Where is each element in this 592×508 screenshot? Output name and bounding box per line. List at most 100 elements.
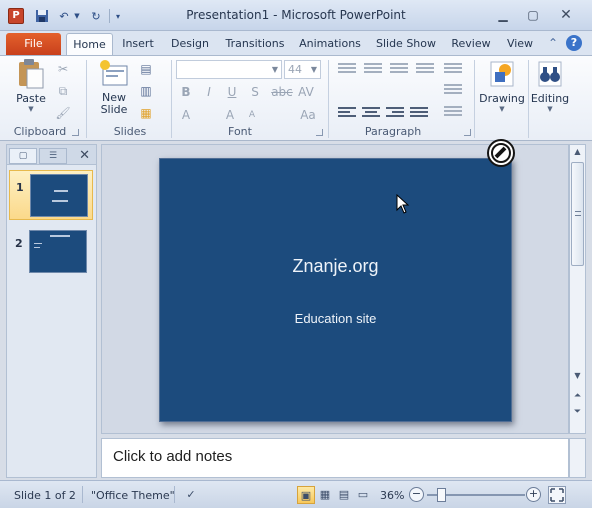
cut-icon[interactable]: ✂: [55, 61, 71, 77]
copy-icon[interactable]: ⧉: [55, 83, 71, 99]
numbering-icon[interactable]: [364, 63, 382, 77]
justify-icon[interactable]: [410, 107, 428, 121]
tab-slides-view[interactable]: ▢: [9, 148, 37, 164]
next-slide-icon[interactable]: ⏷: [572, 407, 583, 417]
tab-outline-view[interactable]: ☰: [39, 148, 67, 164]
layout-icon[interactable]: ▤: [138, 61, 154, 77]
font-dialog-launcher[interactable]: [316, 129, 323, 136]
italic-icon[interactable]: I: [201, 84, 217, 100]
clear-formatting-icon[interactable]: Aa: [300, 107, 316, 123]
align-text-icon[interactable]: [444, 106, 462, 120]
editing-label: Editing: [530, 92, 570, 105]
notes-scrollbar[interactable]: [569, 438, 586, 478]
paste-icon: [16, 58, 46, 90]
slides-pane: ▢ ☰ ✕ 1 2: [6, 144, 97, 478]
binoculars-icon: [535, 58, 565, 90]
status-separator: [174, 486, 175, 503]
slide-count-text: Slide 1 of 2: [14, 489, 76, 502]
tab-design[interactable]: Design: [167, 33, 213, 55]
slide-thumbnail-image: [29, 230, 87, 273]
spell-check-icon[interactable]: ✓: [182, 486, 200, 504]
minimize-button[interactable]: ▁: [490, 6, 516, 25]
zoom-slider-handle[interactable]: [437, 488, 447, 502]
scroll-up-icon[interactable]: ▲: [572, 147, 583, 156]
align-center-icon[interactable]: [362, 107, 380, 121]
strikethrough-icon[interactable]: abc: [270, 84, 294, 100]
normal-view-icon[interactable]: ▣: [297, 486, 315, 504]
format-painter-icon[interactable]: 🖌: [55, 105, 71, 121]
tab-transitions[interactable]: Transitions: [222, 33, 288, 55]
reset-icon[interactable]: ▥: [138, 83, 154, 99]
group-separator: [474, 60, 475, 138]
status-separator: [82, 486, 83, 503]
slide-subtitle[interactable]: Education site: [160, 311, 511, 326]
previous-slide-icon[interactable]: ⏶: [572, 391, 583, 401]
columns-icon[interactable]: [444, 63, 462, 77]
bullets-icon[interactable]: [338, 63, 356, 77]
notes-placeholder[interactable]: Click to add notes: [113, 448, 232, 465]
tab-animations[interactable]: Animations: [297, 33, 363, 55]
line-spacing-icon[interactable]: [416, 63, 434, 77]
tab-file[interactable]: File: [6, 33, 61, 55]
chevron-down-icon: ▼: [310, 65, 317, 74]
slide-number: 1: [16, 181, 24, 194]
shrink-font-icon[interactable]: A: [244, 107, 260, 123]
paste-button[interactable]: Paste ▼: [10, 58, 52, 113]
bold-icon[interactable]: B: [178, 84, 194, 100]
tab-insert[interactable]: Insert: [118, 33, 158, 55]
current-slide[interactable]: Znanje.org Education site: [159, 158, 512, 422]
font-color-icon[interactable]: A: [178, 107, 194, 123]
pane-tabs: ▢ ☰ ✕: [7, 145, 96, 165]
mouse-cursor-icon: [396, 193, 410, 214]
shapes-icon: [487, 58, 517, 90]
slide-thumbnail-2[interactable]: 2: [9, 227, 93, 277]
font-name-field[interactable]: ▼: [176, 60, 282, 79]
font-size-field[interactable]: 44 ▼: [284, 60, 321, 79]
align-left-icon[interactable]: [338, 107, 356, 121]
fit-slide-to-window-icon[interactable]: [548, 486, 566, 504]
clipboard-dialog-launcher[interactable]: [72, 129, 79, 136]
close-button[interactable]: ✕: [553, 6, 579, 25]
close-pane-icon[interactable]: ✕: [79, 148, 90, 163]
slide-number: 2: [15, 237, 23, 250]
zoom-in-button[interactable]: +: [526, 487, 541, 502]
shadow-icon[interactable]: S: [247, 84, 263, 100]
paragraph-dialog-launcher[interactable]: [464, 129, 471, 136]
zoom-level-text[interactable]: 36%: [380, 489, 404, 502]
character-spacing-icon[interactable]: AV: [298, 84, 314, 100]
slide-show-view-icon[interactable]: ▭: [354, 486, 372, 504]
scroll-down-icon[interactable]: ▼: [572, 371, 583, 380]
editing-button[interactable]: Editing ▼: [530, 58, 570, 113]
drawing-button[interactable]: Drawing ▼: [478, 58, 526, 113]
chevron-down-icon: ▼: [271, 65, 278, 74]
font-group-label: Font: [228, 125, 252, 138]
slide-title[interactable]: Znanje.org: [160, 256, 511, 277]
new-slide-button[interactable]: New Slide: [92, 58, 136, 116]
grow-font-icon[interactable]: A: [222, 107, 238, 123]
help-icon[interactable]: ?: [566, 35, 582, 51]
align-right-icon[interactable]: [386, 107, 404, 121]
group-separator: [86, 60, 87, 138]
decrease-indent-icon[interactable]: [390, 63, 408, 77]
vertical-scrollbar[interactable]: ▲ ▼ ⏶ ⏷: [569, 144, 586, 434]
tab-review[interactable]: Review: [448, 33, 494, 55]
reading-view-icon[interactable]: ▤: [335, 486, 353, 504]
tab-slide-show[interactable]: Slide Show: [372, 33, 440, 55]
magnifier-icon: [487, 139, 515, 167]
slide-sorter-view-icon[interactable]: ▦: [316, 486, 334, 504]
theme-name-text[interactable]: "Office Theme": [91, 489, 175, 502]
drawing-label: Drawing: [479, 92, 525, 105]
tab-view[interactable]: View: [502, 33, 538, 55]
ribbon: Paste ▼ ✂ ⧉ 🖌 Clipboard New Slide ▤ ▥ ▦ …: [0, 55, 592, 141]
minimize-ribbon-icon[interactable]: ⌃: [545, 35, 561, 51]
zoom-out-button[interactable]: −: [409, 487, 424, 502]
text-direction-icon[interactable]: [444, 84, 462, 98]
slide-thumbnail-1[interactable]: 1: [9, 170, 93, 220]
underline-icon[interactable]: U: [224, 84, 240, 100]
notes-pane[interactable]: Click to add notes: [101, 438, 569, 478]
tab-home[interactable]: Home: [66, 33, 113, 55]
section-icon[interactable]: ▦: [138, 105, 154, 121]
group-separator: [528, 60, 529, 138]
scrollbar-thumb[interactable]: [571, 162, 584, 266]
maximize-button[interactable]: ▢: [520, 6, 546, 25]
